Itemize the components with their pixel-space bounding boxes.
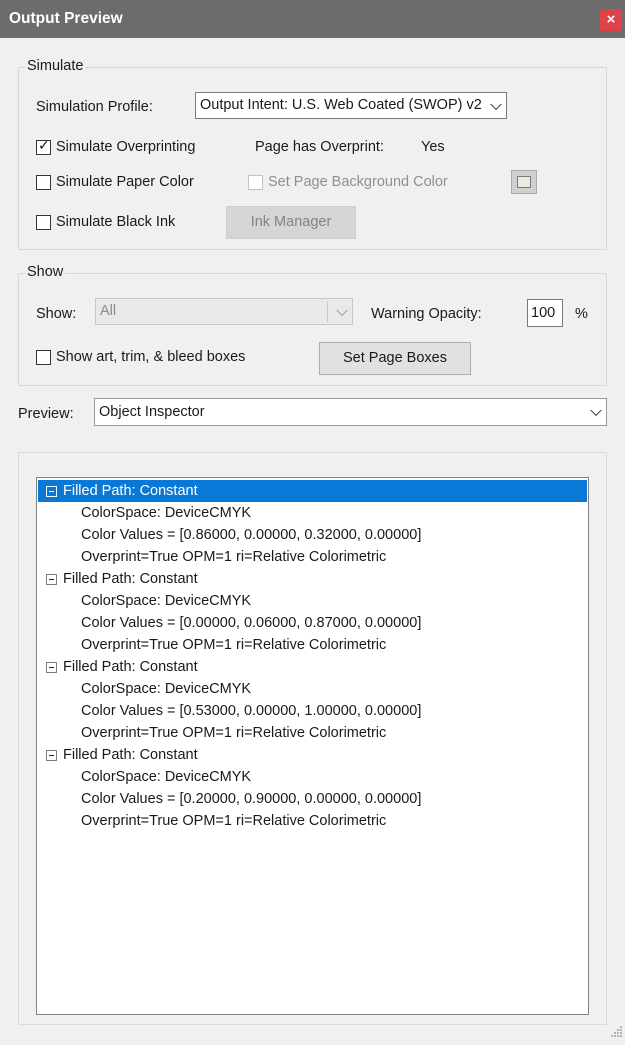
warning-opacity-label: Warning Opacity: — [371, 306, 482, 322]
preview-dropdown[interactable]: Object Inspector — [94, 398, 607, 426]
simulate-paper-color-label[interactable]: Simulate Paper Color — [56, 174, 194, 190]
tree-detail[interactable]: Color Values = [0.53000, 0.00000, 1.0000… — [81, 700, 421, 722]
warning-opacity-unit: % — [575, 306, 588, 322]
show-value: All — [100, 303, 117, 319]
tree-detail[interactable]: Overprint=True OPM=1 ri=Relative Colorim… — [81, 722, 386, 744]
simulation-profile-value: Output Intent: U.S. Web Coated (SWOP) v2 — [200, 97, 482, 113]
show-dropdown[interactable]: All — [95, 298, 353, 325]
tree-node[interactable]: Filled Path: Constant — [38, 480, 587, 502]
object-tree[interactable]: Filled Path: Constant ColorSpace: Device… — [36, 477, 589, 1015]
simulation-profile-dropdown[interactable]: Output Intent: U.S. Web Coated (SWOP) v2 — [195, 92, 507, 119]
dropdown-separator — [327, 301, 328, 322]
tree-node-title: Filled Path: Constant — [63, 571, 198, 587]
collapse-icon[interactable] — [46, 662, 57, 673]
background-color-swatch[interactable] — [511, 170, 537, 194]
warning-opacity-value: 100 — [531, 305, 556, 321]
preview-label: Preview: — [18, 406, 74, 422]
collapse-icon[interactable] — [46, 574, 57, 585]
tree-node-title: Filled Path: Constant — [63, 659, 198, 675]
close-button[interactable]: × — [600, 9, 622, 31]
show-legend: Show — [25, 264, 66, 280]
show-boxes-label[interactable]: Show art, trim, & bleed boxes — [56, 349, 245, 365]
simulate-black-ink-checkbox[interactable] — [36, 215, 51, 230]
collapse-icon[interactable] — [46, 750, 57, 761]
checkmark-icon: ✓ — [38, 137, 50, 153]
ink-manager-button[interactable]: Ink Manager — [226, 206, 356, 239]
tree-detail[interactable]: Color Values = [0.20000, 0.90000, 0.0000… — [81, 788, 421, 810]
show-boxes-checkbox[interactable] — [36, 350, 51, 365]
tree-detail[interactable]: Overprint=True OPM=1 ri=Relative Colorim… — [81, 634, 386, 656]
simulate-black-ink-label[interactable]: Simulate Black Ink — [56, 214, 175, 230]
simulate-overprinting-checkbox[interactable]: ✓ — [36, 137, 51, 155]
page-has-overprint-label: Page has Overprint: — [255, 139, 384, 155]
show-group — [18, 273, 607, 386]
chevron-down-icon — [590, 404, 602, 417]
resize-grip-icon[interactable] — [611, 1026, 623, 1040]
tree-detail[interactable]: Color Values = [0.00000, 0.06000, 0.8700… — [81, 612, 421, 634]
chevron-down-icon — [336, 304, 348, 316]
swatch-fill — [517, 176, 531, 188]
tree-detail[interactable]: ColorSpace: DeviceCMYK — [81, 590, 251, 612]
collapse-icon[interactable] — [46, 486, 57, 497]
title-bar[interactable]: Output Preview × — [0, 0, 625, 38]
preview-value: Object Inspector — [99, 404, 205, 420]
page-background-checkbox[interactable] — [248, 175, 263, 190]
show-label: Show: — [36, 306, 77, 322]
simulate-paper-color-checkbox[interactable] — [36, 175, 51, 190]
window-title: Output Preview — [9, 10, 123, 27]
tree-node-title: Filled Path: Constant — [63, 747, 198, 763]
warning-opacity-input[interactable]: 100 — [527, 299, 563, 327]
chevron-down-icon — [490, 98, 502, 110]
ink-manager-label: Ink Manager — [250, 214, 332, 230]
set-page-boxes-label: Set Page Boxes — [343, 350, 447, 366]
page-has-overprint-value: Yes — [421, 139, 445, 155]
tree-detail[interactable]: Overprint=True OPM=1 ri=Relative Colorim… — [81, 810, 386, 832]
tree-detail[interactable]: ColorSpace: DeviceCMYK — [81, 678, 251, 700]
tree-node-title: Filled Path: Constant — [63, 483, 198, 499]
tree-detail[interactable]: Color Values = [0.86000, 0.00000, 0.3200… — [81, 524, 421, 546]
simulate-overprinting-label[interactable]: Simulate Overprinting — [56, 139, 195, 155]
tree-detail[interactable]: ColorSpace: DeviceCMYK — [81, 766, 251, 788]
simulate-legend: Simulate — [25, 58, 86, 74]
tree-detail[interactable]: ColorSpace: DeviceCMYK — [81, 502, 251, 524]
tree-detail[interactable]: Overprint=True OPM=1 ri=Relative Colorim… — [81, 546, 386, 568]
simulation-profile-label: Simulation Profile: — [36, 99, 153, 115]
page-background-label[interactable]: Set Page Background Color — [268, 174, 448, 190]
set-page-boxes-button[interactable]: Set Page Boxes — [319, 342, 471, 375]
close-icon: × — [606, 11, 616, 28]
